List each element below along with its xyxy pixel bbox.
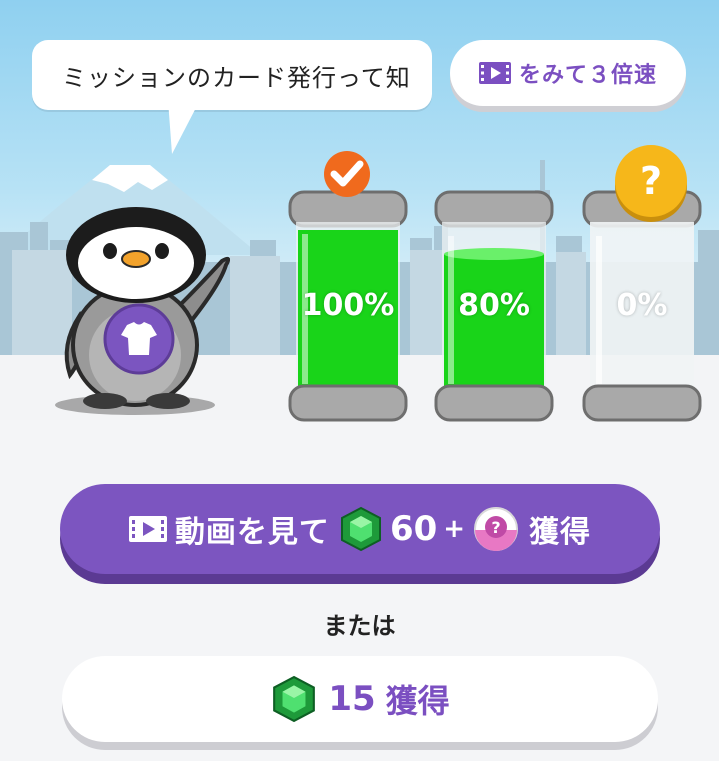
speech-bubble-text: ミッションのカード発行って知 <box>62 64 411 92</box>
speech-bubble-tail <box>168 100 200 154</box>
jar-2-percent: 80% <box>458 288 530 323</box>
watch-video-reward-button[interactable]: 動画を見て 60 + ? 獲得 <box>60 484 660 574</box>
main-button-plus: + <box>443 514 466 544</box>
jar-1-percent: 100% <box>301 288 395 323</box>
tshirt-icon <box>103 303 175 375</box>
main-button-gem-count: 60 <box>389 509 438 549</box>
alt-button-gem-count: 15 <box>328 679 376 719</box>
alt-button-suffix: 獲得 <box>385 682 450 720</box>
speech-bubble: ミッションのカード発行って知 <box>32 40 432 110</box>
jar-3-percent: 0% <box>616 288 668 323</box>
check-icon <box>324 151 370 197</box>
progress-jar-3: 0% <box>580 188 704 424</box>
gem-reward-button[interactable]: 15 獲得 <box>62 656 658 742</box>
progress-jar-2: 80% <box>432 188 556 424</box>
speed-button-label: をみて３倍速 <box>518 63 657 88</box>
question-badge-text: ? <box>639 159 663 203</box>
video-icon <box>128 516 167 542</box>
video-icon <box>478 62 511 84</box>
progress-jar-1: 100% <box>286 188 410 424</box>
main-button-suffix: 獲得 <box>529 515 592 550</box>
main-button-prefix: 動画を見て <box>174 515 330 550</box>
question-icon: ? <box>615 145 687 217</box>
emerald-gem-icon <box>273 675 316 723</box>
mystery-capsule-icon: ? <box>474 507 519 551</box>
emerald-gem-icon <box>340 506 381 552</box>
or-separator-text: または <box>323 612 396 640</box>
watch-video-speedup-button[interactable]: をみて３倍速 <box>450 40 686 106</box>
svg-text:?: ? <box>491 518 500 537</box>
